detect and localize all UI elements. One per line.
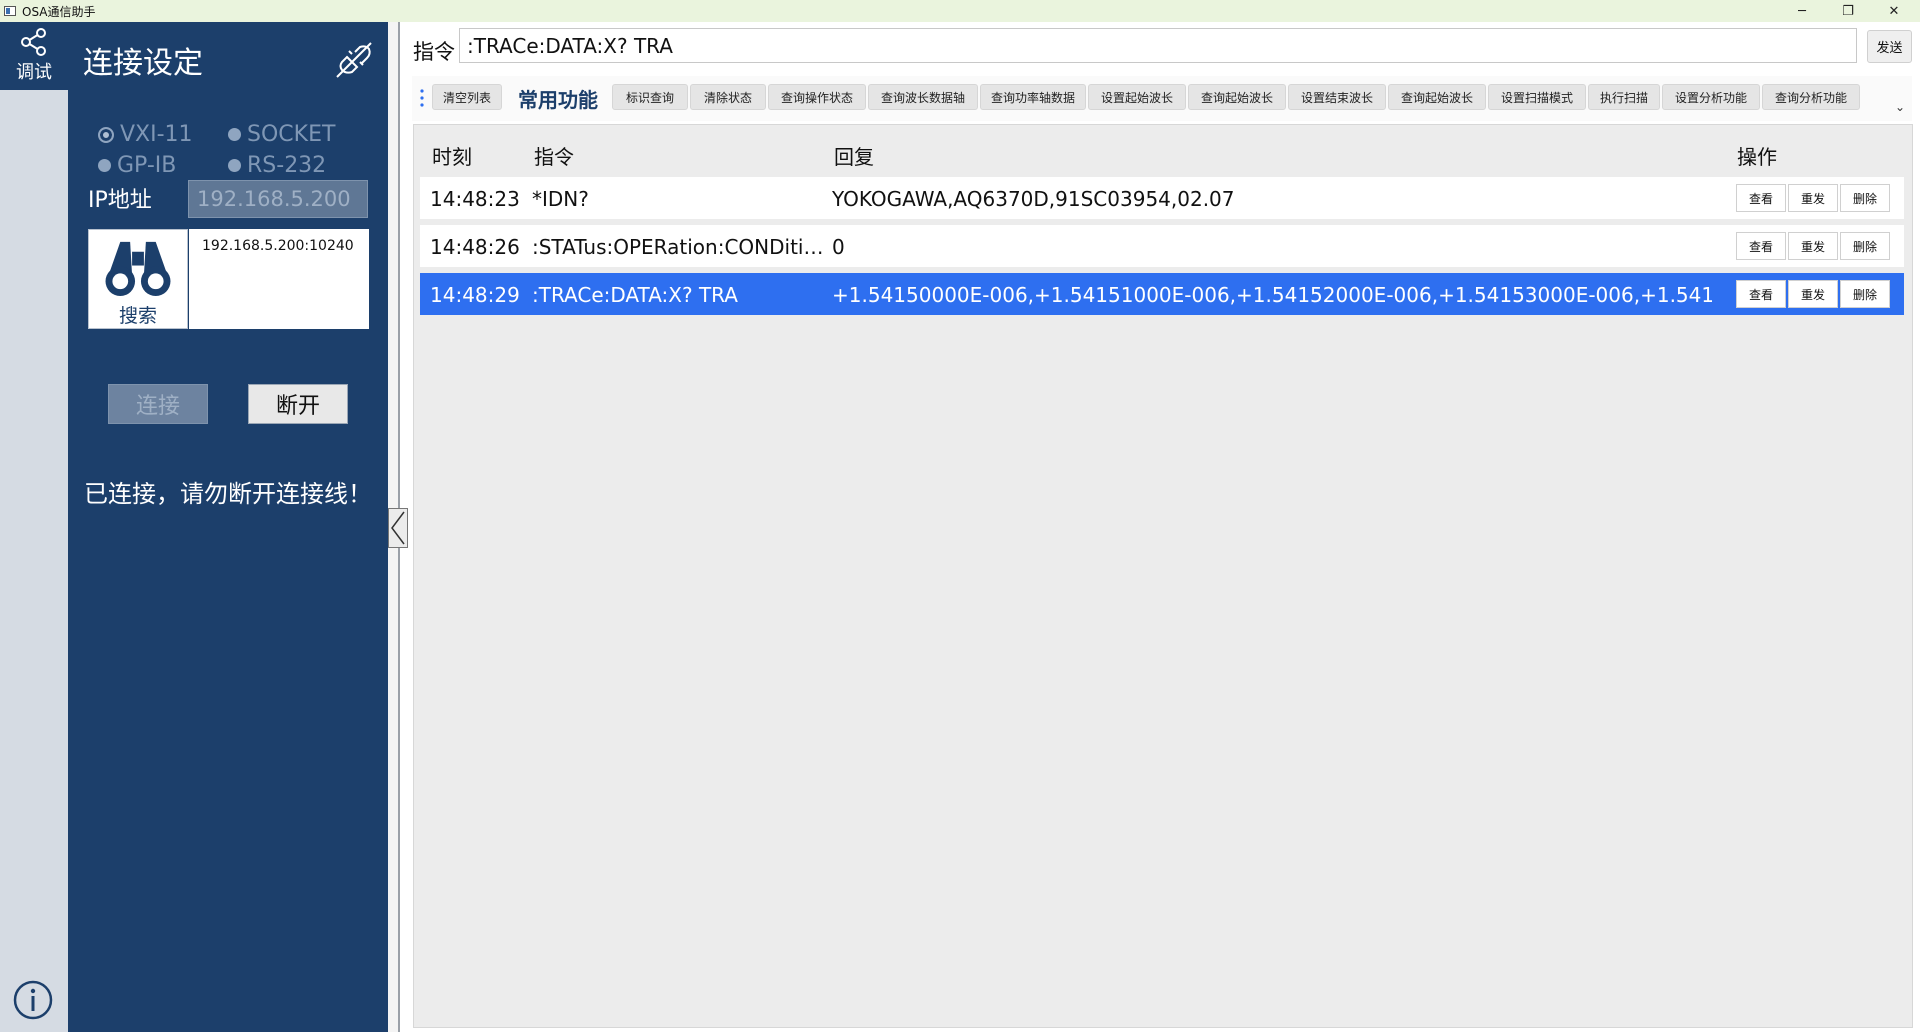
left-rail: 调试	[0, 22, 68, 1032]
title-bar: OSA通信助手 ─ ❐ ✕	[0, 0, 1920, 22]
collapse-panel-button[interactable]	[388, 508, 408, 548]
close-button[interactable]: ✕	[1872, 0, 1916, 22]
radio-dot	[228, 128, 241, 141]
quick-button[interactable]: 设置结束波长	[1288, 84, 1386, 110]
command-input[interactable]	[459, 28, 1857, 63]
header-command: 指令	[534, 145, 574, 169]
radio-label: SOCKET	[247, 122, 336, 147]
row-time: 14:48:26	[430, 235, 520, 259]
ip-input[interactable]	[188, 180, 368, 218]
search-label: 搜索	[118, 305, 157, 327]
panel-title: 连接设定	[83, 46, 203, 81]
binoculars-icon	[105, 241, 171, 297]
radio-label: RS-232	[247, 153, 327, 178]
share-icon	[21, 28, 46, 56]
rail-debug-label: 调试	[16, 62, 52, 83]
connection-status: 已连接，请勿断开连接线！	[84, 480, 372, 508]
command-label: 指令	[413, 40, 455, 64]
app-icon	[4, 6, 16, 16]
row-command: :STATus:OPERation:CONDiti…	[532, 235, 822, 259]
table-row[interactable]: 14:48:26 :STATus:OPERation:CONDiti… 0 查看…	[420, 225, 1904, 267]
quick-button[interactable]: 清除状态	[690, 84, 766, 110]
info-icon[interactable]	[13, 980, 53, 1020]
radio-rs232[interactable]: RS-232	[228, 153, 326, 178]
quick-button[interactable]: 设置扫描模式	[1488, 84, 1586, 110]
quick-button[interactable]: 设置起始波长	[1088, 84, 1186, 110]
row-command: :TRACe:DATA:X? TRA	[532, 283, 738, 307]
more-vertical-icon[interactable]	[420, 88, 424, 108]
radio-socket[interactable]: SOCKET	[228, 122, 335, 147]
command-history-table: 时刻 指令 回复 操作 14:48:23 *IDN? YOKOGAWA,AQ63…	[413, 124, 1913, 1028]
quick-button[interactable]: 查询起始波长	[1388, 84, 1486, 110]
table-row-selected[interactable]: 14:48:29 :TRACe:DATA:X? TRA +1.54150000E…	[420, 273, 1904, 315]
quick-button[interactable]: 标识查询	[612, 84, 688, 110]
search-button[interactable]: 搜索	[88, 229, 188, 329]
radio-dot	[98, 126, 114, 143]
resend-button[interactable]: 重发	[1788, 184, 1838, 212]
send-button[interactable]: 发送	[1867, 30, 1912, 63]
chevron-down-icon[interactable]: ⌄	[1895, 100, 1905, 114]
delete-button[interactable]: 删除	[1840, 280, 1890, 308]
radio-gpib[interactable]: GP-IB	[98, 153, 176, 178]
window-title: OSA通信助手	[22, 4, 96, 19]
row-reply: YOKOGAWA,AQ6370D,91SC03954,02.07	[832, 187, 1235, 211]
quick-button[interactable]: 执行扫描	[1588, 84, 1660, 110]
quick-button[interactable]: 查询起始波长	[1188, 84, 1286, 110]
radio-label: VXI-11	[120, 122, 193, 147]
radio-dot	[228, 159, 241, 172]
quick-button[interactable]: 查询功率轴数据	[980, 84, 1086, 110]
quick-functions-toolbar: 清空列表 常用功能 标识查询 清除状态 查询操作状态 查询波长数据轴 查询功率轴…	[412, 76, 1912, 121]
resend-button[interactable]: 重发	[1788, 280, 1838, 308]
connect-button[interactable]: 连接	[108, 384, 208, 424]
unplug-icon[interactable]	[333, 39, 375, 81]
radio-label: GP-IB	[117, 153, 177, 178]
view-button[interactable]: 查看	[1736, 232, 1786, 260]
quick-button[interactable]: 设置分析功能	[1662, 84, 1760, 110]
resend-button[interactable]: 重发	[1788, 232, 1838, 260]
device-item[interactable]: 192.168.5.200:10240	[202, 238, 356, 254]
header-time: 时刻	[432, 145, 472, 169]
table-row[interactable]: 14:48:23 *IDN? YOKOGAWA,AQ6370D,91SC0395…	[420, 177, 1904, 219]
view-button[interactable]: 查看	[1736, 184, 1786, 212]
quick-button[interactable]: 查询操作状态	[768, 84, 866, 110]
device-list[interactable]: 192.168.5.200:10240	[189, 229, 369, 329]
delete-button[interactable]: 删除	[1840, 184, 1890, 212]
row-command: *IDN?	[532, 187, 589, 211]
row-time: 14:48:29	[430, 283, 520, 307]
chevron-left-icon	[391, 511, 405, 545]
quick-button[interactable]: 查询分析功能	[1762, 84, 1860, 110]
delete-button[interactable]: 删除	[1840, 232, 1890, 260]
row-reply: +1.54150000E-006,+1.54151000E-006,+1.541…	[832, 283, 1712, 307]
toolbar-title: 常用功能	[518, 88, 598, 112]
quick-button[interactable]: 查询波长数据轴	[868, 84, 978, 110]
radio-vxi11[interactable]: VXI-11	[98, 122, 193, 147]
header-ops: 操作	[1737, 145, 1777, 169]
radio-dot	[98, 159, 111, 172]
row-reply: 0	[832, 235, 845, 259]
disconnect-button[interactable]: 断开	[248, 384, 348, 424]
restore-button[interactable]: ❐	[1826, 0, 1870, 22]
rail-debug-tab[interactable]: 调试	[0, 22, 68, 90]
clear-list-button[interactable]: 清空列表	[432, 84, 502, 110]
row-time: 14:48:23	[430, 187, 520, 211]
connection-panel: 连接设定 VXI-11 SOCKET GP-IB RS-232 IP地址 192…	[68, 22, 388, 1032]
header-reply: 回复	[834, 145, 874, 169]
view-button[interactable]: 查看	[1736, 280, 1786, 308]
ip-label: IP地址	[88, 188, 152, 213]
minimize-button[interactable]: ─	[1780, 0, 1824, 22]
